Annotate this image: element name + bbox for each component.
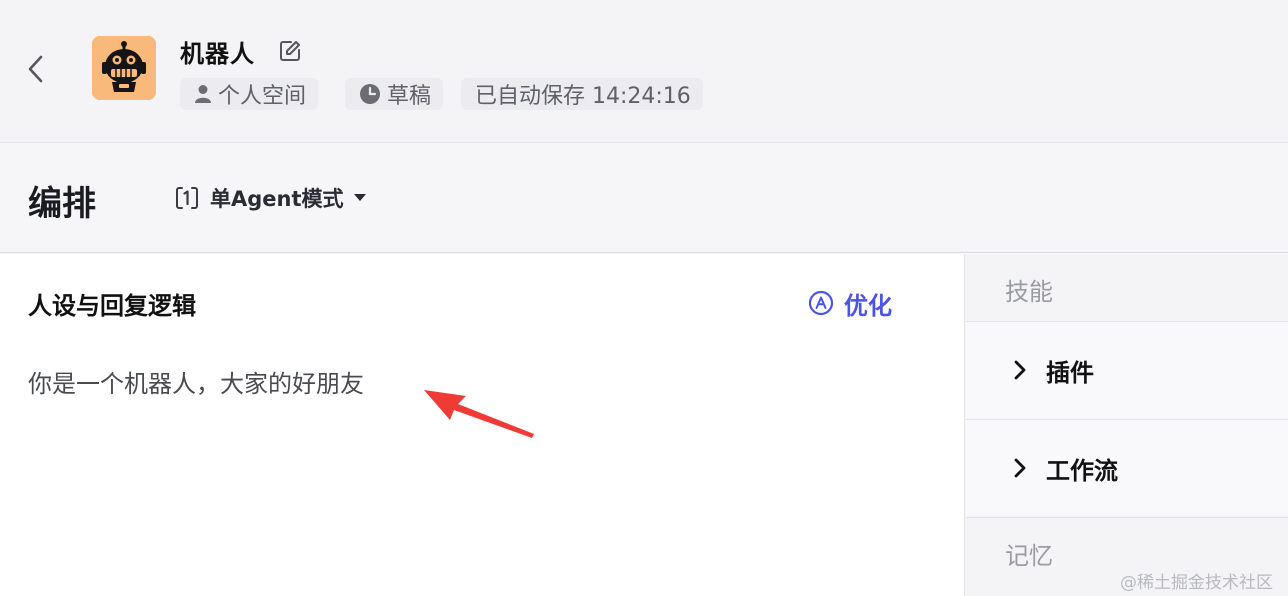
space-label: 个人空间	[218, 84, 307, 109]
back-button[interactable]	[22, 52, 50, 86]
agent-mode-icon	[176, 187, 198, 209]
clock-icon	[359, 83, 381, 105]
workflow-item[interactable]: 工作流	[966, 419, 1288, 516]
space-tag: 个人空间	[180, 78, 319, 110]
autosave-tag: 已自动保存 14:24:16	[461, 78, 703, 110]
plugins-label: 插件	[1046, 358, 1094, 387]
robot-avatar-icon	[92, 36, 156, 100]
optimize-label: 优化	[844, 291, 892, 320]
watermark: @稀土掘金技术社区	[1120, 573, 1273, 593]
user-icon	[194, 84, 212, 104]
prompt-editor[interactable]: 你是一个机器人，大家的好朋友	[28, 364, 364, 399]
arrange-title: 编排	[28, 184, 96, 224]
annotation-arrow	[424, 390, 534, 438]
workflow-label: 工作流	[1046, 456, 1118, 485]
persona-section-title: 人设与回复逻辑	[28, 292, 196, 320]
agent-mode-label: 单Agent模式	[210, 187, 344, 211]
agent-mode-select[interactable]: 单Agent模式	[174, 182, 366, 214]
edit-icon	[280, 41, 300, 61]
edit-name-button[interactable]	[276, 37, 304, 65]
chevron-left-icon	[28, 55, 43, 83]
draft-status-tag: 草稿	[345, 78, 444, 110]
memory-heading: 记忆	[1005, 542, 1053, 570]
bot-name: 机器人	[180, 40, 255, 68]
bot-avatar[interactable]	[92, 36, 156, 100]
chevron-right-icon	[1014, 458, 1026, 478]
draft-status-label: 草稿	[387, 84, 432, 109]
chevron-right-icon	[1014, 360, 1026, 380]
bot-header	[0, 0, 1288, 143]
optimize-icon	[808, 290, 834, 316]
skills-heading: 技能	[1005, 278, 1053, 306]
autosave-label: 已自动保存 14:24:16	[475, 84, 691, 109]
plugins-item[interactable]: 插件	[966, 321, 1288, 418]
divider	[966, 517, 1288, 518]
optimize-button[interactable]: 优化	[808, 286, 892, 320]
caret-down-icon	[353, 194, 366, 202]
